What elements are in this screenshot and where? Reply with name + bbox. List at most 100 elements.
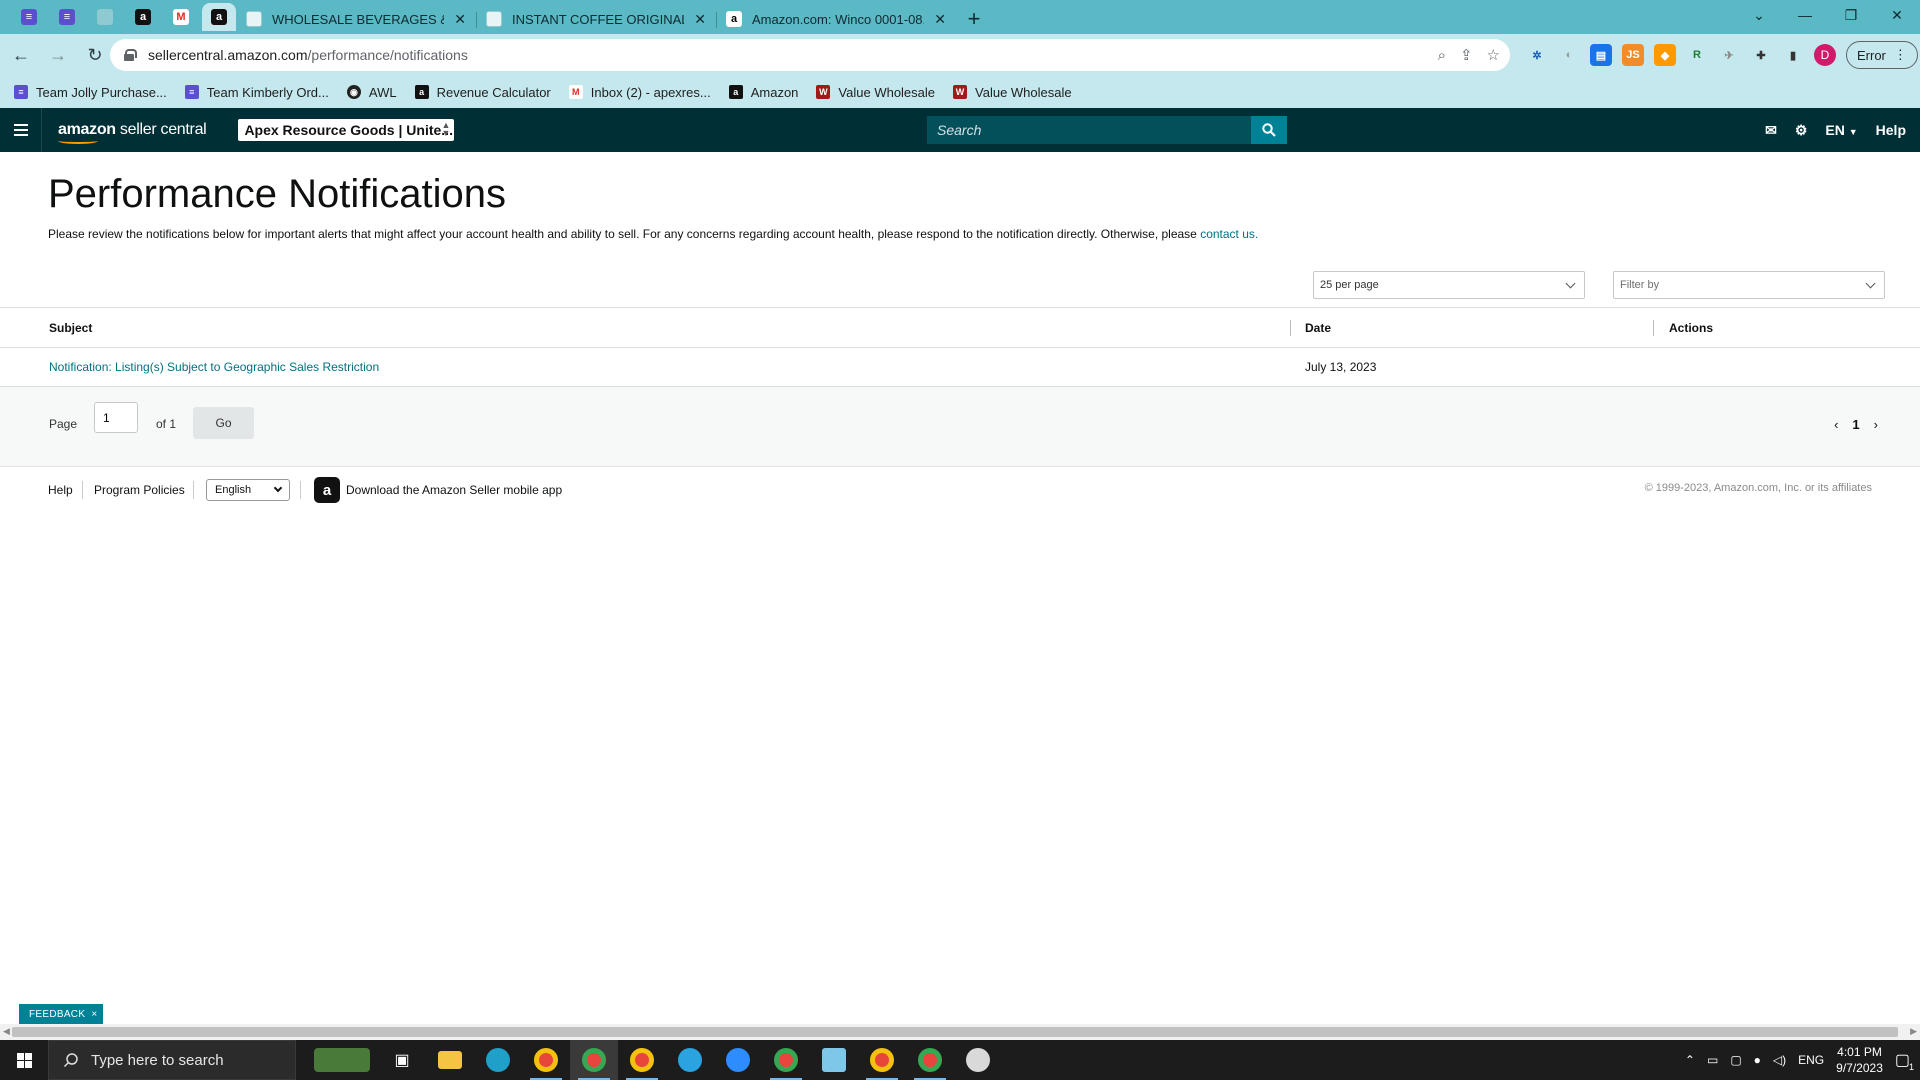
chrome-app[interactable] [618, 1040, 666, 1080]
chevron-up-icon[interactable]: ⌃ [1685, 1053, 1695, 1067]
extension-icon[interactable]: ✲ [1526, 44, 1548, 66]
language-selector[interactable]: EN ▼ [1825, 122, 1857, 138]
forward-button[interactable]: → [42, 39, 74, 71]
bookmark-item[interactable]: a Amazon [728, 85, 798, 100]
chrome-app[interactable] [858, 1040, 906, 1080]
scroll-left-icon[interactable]: ◀ [3, 1026, 10, 1037]
scrollbar-thumb[interactable] [12, 1027, 1898, 1037]
bookmark-item[interactable]: W Value Wholesale [953, 85, 1072, 100]
reload-button[interactable]: ↻ [79, 39, 111, 71]
back-button[interactable]: ← [5, 39, 37, 71]
horizontal-scrollbar[interactable]: ◀ ▶ [0, 1024, 1920, 1040]
amazon-app-icon[interactable]: a [314, 477, 340, 503]
pinned-tab-gmail[interactable]: M [164, 3, 198, 31]
scroll-right-icon[interactable]: ▶ [1910, 1026, 1917, 1037]
help-link[interactable]: Help [1876, 122, 1906, 138]
extension-icon[interactable]: JS [1622, 44, 1644, 66]
extension-icon[interactable]: ▤ [1590, 44, 1612, 66]
pinned-tab-amazon-active[interactable]: a [202, 3, 236, 31]
current-page-number[interactable]: 1 [1852, 417, 1859, 432]
search-button[interactable] [1251, 116, 1287, 144]
notification-subject-link[interactable]: Notification: Listing(s) Subject to Geog… [49, 360, 379, 374]
profile-avatar[interactable]: D [1814, 44, 1836, 66]
bookmark-star-icon[interactable]: ☆ [1487, 46, 1500, 64]
minimize-button[interactable]: — [1782, 0, 1828, 30]
bookmark-item[interactable]: ◉ AWL [346, 85, 397, 100]
snipping-app[interactable] [954, 1040, 1002, 1080]
gear-icon[interactable]: ⚙ [1795, 122, 1808, 139]
restore-button[interactable]: ❐ [1828, 0, 1874, 30]
account-switcher[interactable]: Apex Resource Goods | Unite... ▲ ▼ [238, 119, 455, 141]
per-page-select[interactable]: 25 per page [1313, 271, 1585, 299]
task-view-button[interactable]: ▣ [378, 1040, 426, 1080]
bookmark-item[interactable]: M Inbox (2) - apexres... [568, 84, 711, 100]
close-tab-icon[interactable]: ✕ [454, 11, 466, 28]
chrome-app[interactable] [762, 1040, 810, 1080]
volume-icon[interactable]: ◁) [1773, 1053, 1786, 1067]
close-window-button[interactable]: ✕ [1874, 0, 1920, 30]
camera-icon[interactable]: ▢ [1730, 1053, 1741, 1067]
error-button[interactable]: Error ⋮ [1846, 41, 1918, 69]
pinned-tab-blank[interactable] [88, 3, 122, 31]
extension-icon[interactable]: ◆ [1654, 44, 1676, 66]
telegram-app[interactable] [666, 1040, 714, 1080]
pinned-tab-list[interactable]: ≡ [12, 3, 46, 31]
go-button[interactable]: Go [193, 407, 254, 439]
taskbar-search[interactable]: Type here to search [48, 1040, 296, 1080]
share-icon[interactable]: ⇪ [1460, 46, 1473, 64]
download-app-link[interactable]: Download the Amazon Seller mobile app [346, 483, 562, 497]
microphone-icon[interactable]: ● [1754, 1053, 1761, 1067]
chrome-app[interactable] [906, 1040, 954, 1080]
edge-app[interactable] [474, 1040, 522, 1080]
zoom-icon[interactable]: ⌕ [1438, 47, 1446, 64]
close-tab-icon[interactable]: ✕ [934, 11, 946, 28]
chrome-app[interactable] [522, 1040, 570, 1080]
bookmark-item[interactable]: W Value Wholesale [816, 85, 935, 100]
seller-central-logo[interactable]: amazon seller central [58, 121, 207, 144]
start-button[interactable] [0, 1040, 48, 1080]
bookmark-item[interactable]: ≡ Team Jolly Purchase... [14, 85, 167, 100]
extension-icon[interactable]: R [1686, 44, 1708, 66]
extension-icon[interactable]: ◐ [1558, 44, 1580, 66]
column-header-date[interactable]: Date [1305, 321, 1331, 335]
taskbar-widget[interactable] [306, 1040, 378, 1080]
address-bar[interactable]: sellercentral.amazon.com/performance/not… [110, 39, 1510, 71]
bookmark-item[interactable]: ≡ Team Kimberly Ord... [184, 85, 329, 100]
intro-body: Please review the notifications below fo… [48, 227, 1201, 241]
browser-tab[interactable]: WHOLESALE BEVERAGES & SWEETENERS ✕ [236, 4, 476, 34]
page-number-input[interactable] [94, 402, 138, 433]
bookmark-label: Inbox (2) - apexres... [590, 84, 711, 100]
feedback-button[interactable]: FEEDBACK × [19, 1004, 104, 1024]
chrome-app[interactable] [570, 1040, 618, 1080]
filter-by-select[interactable]: Filter by [1613, 271, 1885, 299]
close-tab-icon[interactable]: ✕ [694, 11, 706, 28]
notifications-icon[interactable]: ▢ 1 [1895, 1050, 1914, 1072]
input-language[interactable]: ENG [1798, 1053, 1824, 1067]
extension-icon[interactable]: ✈ [1718, 44, 1740, 66]
side-panel-icon[interactable]: ▮ [1782, 44, 1804, 66]
chevron-right-icon[interactable]: › [1874, 417, 1878, 432]
search-input[interactable] [927, 116, 1251, 144]
puzzle-icon[interactable]: ✚ [1750, 44, 1772, 66]
close-icon[interactable]: × [91, 1009, 97, 1020]
pinned-tab-list[interactable]: ≡ [50, 3, 84, 31]
column-header-subject[interactable]: Subject [49, 321, 92, 335]
clock[interactable]: 4:01 PM 9/7/2023 [1836, 1044, 1883, 1076]
program-policies-link[interactable]: Program Policies [94, 483, 185, 497]
mail-icon[interactable]: ✉ [1765, 122, 1777, 139]
tab-search-icon[interactable]: ⌄ [1736, 0, 1782, 30]
browser-tab[interactable]: a Amazon.com: Winco 0001-08, Dough ✕ [716, 4, 956, 34]
contact-us-link[interactable]: contact us. [1200, 227, 1258, 241]
zoom-app[interactable] [714, 1040, 762, 1080]
browser-tab[interactable]: INSTANT COFFEE ORIGINAL 12/8 ✕ [476, 4, 716, 34]
chevron-left-icon[interactable]: ‹ [1834, 417, 1838, 432]
new-tab-button[interactable]: + [956, 4, 992, 34]
hamburger-menu-icon[interactable] [0, 108, 42, 152]
notepad-app[interactable] [810, 1040, 858, 1080]
network-icon[interactable]: ▭ [1707, 1053, 1718, 1067]
bookmark-item[interactable]: a Revenue Calculator [414, 85, 551, 100]
footer-help-link[interactable]: Help [48, 483, 73, 497]
file-explorer-app[interactable] [426, 1040, 474, 1080]
footer-language-select[interactable]: English [206, 479, 290, 501]
pinned-tab-amazon[interactable]: a [126, 3, 160, 31]
